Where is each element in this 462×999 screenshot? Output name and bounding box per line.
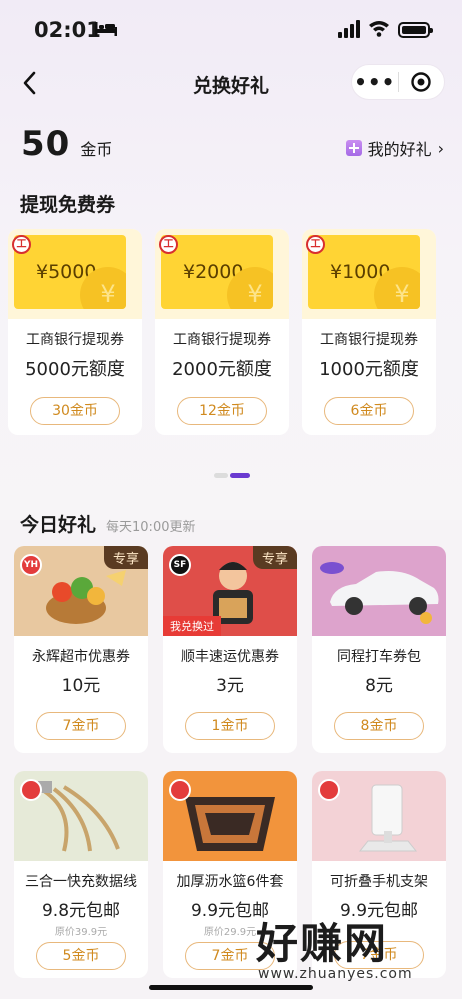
product-image <box>14 771 148 861</box>
target-icon <box>411 72 431 92</box>
product-image <box>312 546 446 636</box>
voucher-image: ¥5000 ¥ 工 <box>8 229 142 319</box>
product-value: 8元 <box>365 676 393 696</box>
my-gifts-label: 我的好礼 <box>367 140 432 159</box>
shop-logo-icon <box>318 779 340 801</box>
voucher-name: 工商银行提现券 <box>173 332 271 348</box>
voucher-value: 1000元额度 <box>319 359 419 380</box>
redeem-button[interactable]: 30金币 <box>30 397 120 425</box>
product-name: 同程打车券包 <box>337 649 421 665</box>
redeem-button[interactable]: 1金币 <box>185 712 275 740</box>
watermark-text: 好赚网 <box>256 919 389 968</box>
product-card[interactable]: YH 专享 永辉超市优惠券 10元 7金币 <box>14 546 148 753</box>
close-mini-program-button[interactable] <box>398 65 444 99</box>
status-time: 02:01 <box>34 18 101 42</box>
shop-logo-icon <box>20 779 42 801</box>
mini-program-capsule: ••• <box>351 64 445 100</box>
exclusive-badge: 专享 <box>252 546 297 569</box>
sf-express-logo-icon: SF <box>169 554 191 576</box>
icbc-logo-icon: 工 <box>12 235 31 254</box>
voucher-card[interactable]: ¥5000 ¥ 工 工商银行提现券 5000元额度 30金币 <box>8 229 142 435</box>
wifi-icon <box>369 21 389 37</box>
more-options-button[interactable]: ••• <box>352 65 398 99</box>
product-value: 10元 <box>61 676 101 696</box>
chevron-right-icon: › <box>437 138 444 158</box>
redeem-button[interactable]: 12金币 <box>177 397 267 425</box>
redeemed-badge: 我兑换过 <box>163 616 221 636</box>
voucher-value: 2000元额度 <box>172 359 272 380</box>
site-watermark: 好赚网 www.zhuanyes.com <box>256 910 456 990</box>
yonghui-logo-icon: YH <box>20 554 42 576</box>
my-gifts-link[interactable]: 我的好礼 › <box>345 136 444 160</box>
sleep-mode-icon <box>95 22 117 36</box>
voucher-card[interactable]: ¥1000 ¥ 工 工商银行提现券 1000元额度 6金币 <box>302 229 436 435</box>
product-value: 9.8元包邮 <box>41 901 121 921</box>
product-image <box>163 771 297 861</box>
product-card[interactable]: SF 专享 我兑换过 顺丰速运优惠券 3元 1金币 <box>163 546 297 753</box>
carousel-indicator <box>214 473 250 478</box>
voucher-card[interactable]: ¥2000 ¥ 工 工商银行提现券 2000元额度 12金币 <box>155 229 289 435</box>
voucher-value: 5000元额度 <box>25 359 125 380</box>
voucher-image: ¥2000 ¥ 工 <box>155 229 289 319</box>
voucher-name: 工商银行提现券 <box>26 332 124 348</box>
exclusive-badge: 专享 <box>103 546 148 569</box>
carousel-dot-active <box>230 473 250 478</box>
product-name: 可折叠手机支架 <box>330 874 428 890</box>
voucher-section-title: 提现免费券 <box>20 194 116 216</box>
home-indicator[interactable] <box>149 985 313 990</box>
battery-icon <box>398 22 433 38</box>
product-value: 3元 <box>216 676 244 696</box>
carousel-dot <box>214 473 228 478</box>
product-name: 顺丰速运优惠券 <box>181 649 279 665</box>
product-name: 加厚沥水篮6件套 <box>176 874 284 890</box>
product-name: 永辉超市优惠券 <box>32 649 130 665</box>
today-section-subtitle: 每天10:00更新 <box>106 520 196 535</box>
product-image: SF 专享 我兑换过 <box>163 546 297 636</box>
product-name: 三合一快充数据线 <box>25 874 137 890</box>
redeem-button[interactable]: 7金币 <box>36 712 126 740</box>
status-bar: 02:01 <box>0 0 462 60</box>
product-card[interactable]: 同程打车券包 8元 8金币 <box>312 546 446 753</box>
coin-unit: 金币 <box>80 140 113 159</box>
coin-balance: 50 金币 <box>21 124 112 164</box>
gift-icon <box>345 140 362 156</box>
icbc-logo-icon: 工 <box>159 235 178 254</box>
car-image <box>320 562 439 624</box>
original-price: 原价39.9元 <box>54 927 108 938</box>
redeem-button[interactable]: 6金币 <box>324 397 414 425</box>
watermark-url: www.zhuanyes.com <box>258 966 413 982</box>
cellular-signal-icon <box>338 20 360 38</box>
redeem-button[interactable]: 5金币 <box>36 942 126 970</box>
product-card[interactable]: 三合一快充数据线 9.8元包邮 原价39.9元 5金币 <box>14 771 148 978</box>
voucher-image: ¥1000 ¥ 工 <box>302 229 436 319</box>
icbc-logo-icon: 工 <box>306 235 325 254</box>
coin-count: 50 <box>21 124 71 164</box>
voucher-name: 工商银行提现券 <box>320 332 418 348</box>
shop-logo-icon <box>169 779 191 801</box>
redeem-button[interactable]: 8金币 <box>334 712 424 740</box>
product-image <box>312 771 446 861</box>
product-image: YH 专享 <box>14 546 148 636</box>
today-section-header: 今日好礼 每天10:00更新 <box>20 510 195 537</box>
today-section-title: 今日好礼 <box>20 514 97 536</box>
